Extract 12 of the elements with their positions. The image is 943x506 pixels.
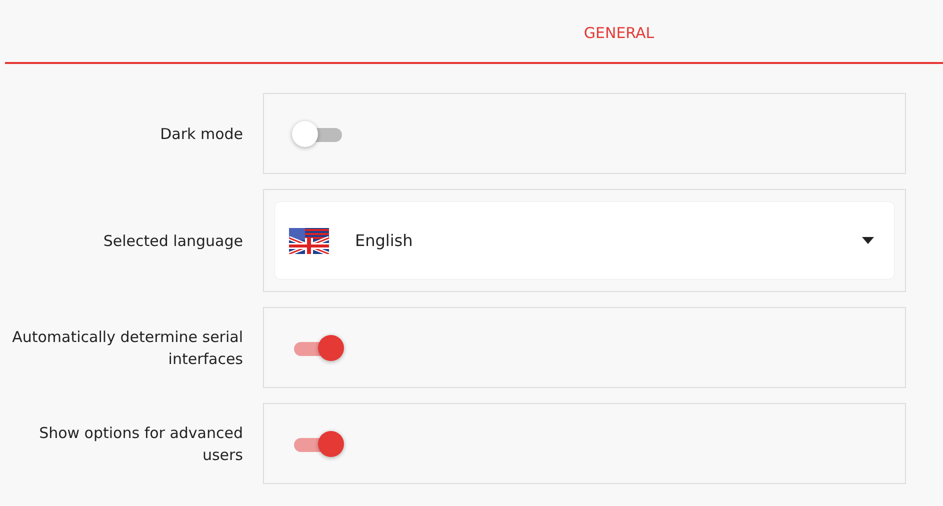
setting-label: Dark mode [159, 124, 243, 144]
caret-icon [862, 237, 874, 244]
selected-language: English [355, 231, 414, 250]
flag-icon [289, 228, 329, 254]
setting-label: Show options for advanced users [38, 422, 243, 466]
toggle-switch[interactable] [292, 430, 344, 456]
toggle-switch[interactable] [292, 334, 344, 360]
language-dropdown[interactable]: English [275, 202, 894, 279]
toggle-switch[interactable] [292, 120, 344, 146]
setting-label: Automatically determine serial interfaces [11, 326, 243, 370]
setting-label: Selected language [102, 230, 243, 252]
tab[interactable]: GENERAL [294, 4, 654, 62]
